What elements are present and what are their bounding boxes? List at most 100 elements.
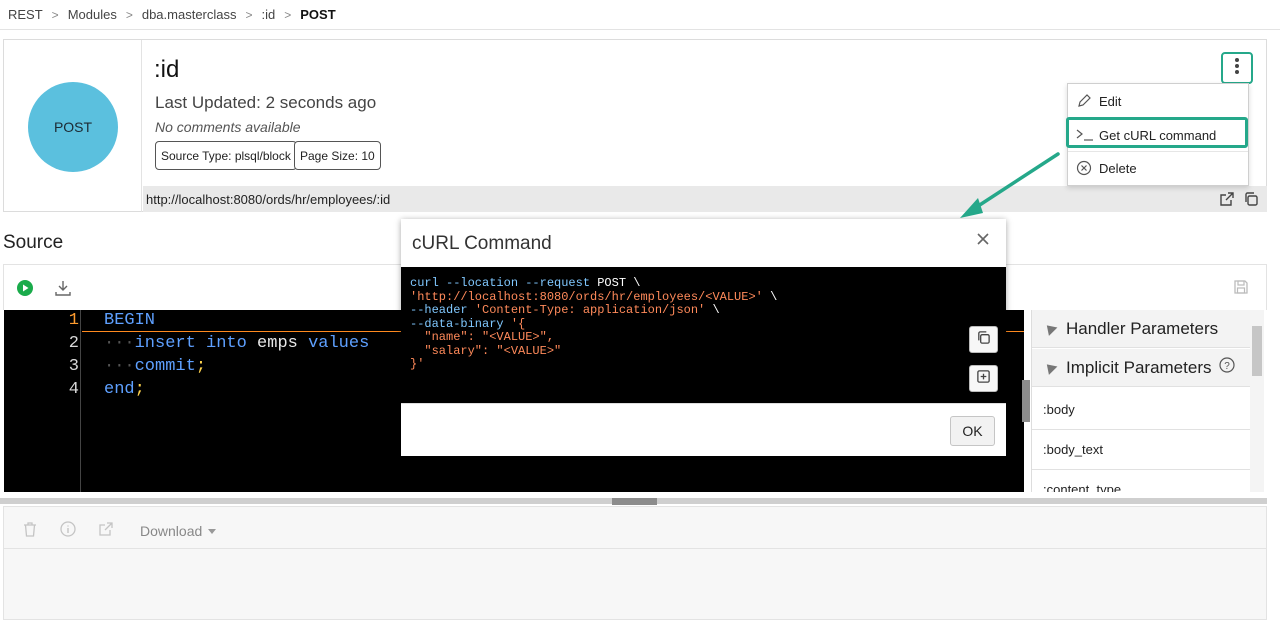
last-updated: Last Updated: 2 seconds ago bbox=[155, 93, 377, 112]
plus-square-icon bbox=[976, 369, 991, 389]
breadcrumb-separator: > bbox=[245, 7, 253, 22]
code-line-2: ···insert into emps values bbox=[104, 334, 369, 353]
handler-parameters-header[interactable]: Handler Parameters bbox=[1032, 310, 1250, 348]
code-token: commit bbox=[134, 357, 196, 376]
code-token: ; bbox=[195, 357, 207, 376]
method-avatar: POST bbox=[28, 82, 118, 172]
chevron-down-icon[interactable] bbox=[208, 529, 216, 534]
url-bar: http://localhost:8080/ords/hr/employees/… bbox=[143, 186, 1267, 212]
code-line-1: BEGIN bbox=[104, 311, 155, 330]
code-token: POST bbox=[597, 276, 627, 290]
handler-url: http://localhost:8080/ords/hr/employees/… bbox=[146, 191, 391, 207]
code-token: }' bbox=[410, 357, 425, 371]
copy-button[interactable] bbox=[969, 326, 998, 353]
menu-item-label: Delete bbox=[1099, 161, 1137, 176]
breadcrumb-handler: POST bbox=[300, 7, 336, 22]
terminal-icon bbox=[1076, 128, 1094, 145]
code-token: values bbox=[308, 334, 370, 353]
pencil-icon bbox=[1076, 93, 1092, 112]
breadcrumb-separator: > bbox=[125, 7, 133, 22]
line-gutter: 1 2 3 4 bbox=[4, 310, 81, 492]
page-scrollbar[interactable] bbox=[1268, 40, 1280, 620]
breadcrumb-modules[interactable]: Modules bbox=[68, 7, 117, 22]
breadcrumb-module[interactable]: dba.masterclass bbox=[142, 7, 237, 22]
page-size-chip: Page Size: 10 bbox=[294, 141, 381, 170]
open-external-icon[interactable] bbox=[98, 521, 114, 542]
download-dropdown[interactable]: Download bbox=[140, 523, 202, 539]
url-actions bbox=[1219, 191, 1259, 207]
code-token: \ bbox=[712, 303, 720, 317]
svg-text:?: ? bbox=[1225, 361, 1231, 372]
info-icon[interactable] bbox=[60, 521, 76, 542]
curl-dialog: cURL Command curl --location --request P… bbox=[401, 219, 1006, 456]
ords-handler-page: REST > Modules > dba.masterclass > :id >… bbox=[0, 0, 1280, 620]
line-number: 1 bbox=[68, 311, 79, 330]
open-external-icon[interactable] bbox=[1219, 191, 1235, 207]
dialog-footer: OK bbox=[401, 403, 1006, 456]
code-token: ; bbox=[134, 380, 145, 399]
curl-code: curl --location --request POST \ 'http:/… bbox=[410, 276, 778, 372]
save-icon[interactable] bbox=[1233, 279, 1249, 300]
menu-item-edit[interactable]: Edit bbox=[1068, 85, 1248, 118]
output-toolbar: Download bbox=[4, 507, 1266, 549]
line-number: 2 bbox=[68, 334, 79, 353]
section-title: Implicit Parameters bbox=[1066, 357, 1212, 377]
code-token: 'Content-Type: application/json' bbox=[474, 303, 706, 317]
menu-item-delete[interactable]: Delete bbox=[1068, 152, 1248, 185]
copy-icon bbox=[976, 330, 991, 350]
implicit-parameters-header[interactable]: Implicit Parameters ? bbox=[1032, 349, 1250, 387]
collapse-triangle-icon bbox=[1042, 360, 1058, 375]
indent-dots: ··· bbox=[104, 334, 135, 353]
code-token: 'http://localhost:8080/ords/hr/employees… bbox=[410, 289, 763, 304]
code-token: BEGIN bbox=[104, 311, 156, 330]
code-line-4: end; bbox=[104, 380, 145, 399]
code-token: '{ bbox=[510, 316, 526, 331]
code-token: --data-binary bbox=[410, 316, 504, 331]
expand-button[interactable] bbox=[969, 365, 998, 392]
annotation-arrow-icon bbox=[960, 152, 1060, 218]
line-number: 4 bbox=[68, 380, 79, 399]
kebab-icon bbox=[1234, 57, 1240, 80]
splitter-grip[interactable] bbox=[612, 498, 657, 505]
parameters-panel: Handler Parameters Implicit Parameters ?… bbox=[1031, 310, 1264, 492]
code-token: --header bbox=[410, 303, 468, 317]
scrollbar-thumb[interactable] bbox=[1252, 326, 1262, 376]
param-item[interactable]: :content_type bbox=[1032, 470, 1250, 492]
download-icon[interactable] bbox=[54, 279, 72, 302]
more-actions-button[interactable] bbox=[1221, 52, 1253, 84]
run-icon[interactable] bbox=[16, 279, 34, 302]
code-line-3: ···commit; bbox=[104, 357, 206, 376]
code-token: emps bbox=[257, 334, 298, 353]
copy-icon[interactable] bbox=[1243, 191, 1259, 207]
help-icon[interactable]: ? bbox=[1219, 357, 1236, 378]
param-item[interactable]: :body bbox=[1032, 390, 1250, 430]
code-token: \ bbox=[770, 289, 778, 304]
params-scrollbar[interactable] bbox=[1250, 310, 1264, 492]
code-token: insert bbox=[134, 334, 196, 353]
code-token: curl --location --request bbox=[410, 276, 591, 290]
code-token: \ bbox=[633, 276, 641, 290]
source-title: Source bbox=[3, 232, 64, 253]
collapse-triangle-icon bbox=[1042, 321, 1058, 336]
breadcrumb-rest[interactable]: REST bbox=[8, 7, 43, 22]
output-pane: Download bbox=[3, 506, 1267, 620]
breadcrumb-separator: > bbox=[51, 7, 59, 22]
source-type-chip: Source Type: plsql/block bbox=[155, 141, 297, 170]
param-item[interactable]: :body_text bbox=[1032, 430, 1250, 470]
code-token: "name": "<VALUE>", bbox=[410, 330, 555, 344]
menu-item-label: Get cURL command bbox=[1099, 128, 1217, 143]
breadcrumb-template[interactable]: :id bbox=[262, 7, 276, 22]
line-number: 3 bbox=[68, 357, 79, 376]
ok-button[interactable]: OK bbox=[950, 416, 995, 446]
vertical-splitter-handle[interactable] bbox=[1022, 380, 1030, 422]
close-icon[interactable] bbox=[977, 232, 991, 246]
circle-x-icon bbox=[1076, 160, 1092, 179]
indent-dots: ··· bbox=[104, 357, 135, 376]
breadcrumb-separator: > bbox=[284, 7, 292, 22]
comments: No comments available bbox=[155, 119, 301, 135]
curl-code-block[interactable]: curl --location --request POST \ 'http:/… bbox=[401, 267, 1006, 403]
menu-item-get-curl[interactable]: Get cURL command bbox=[1068, 119, 1248, 152]
menu-item-label: Edit bbox=[1099, 94, 1122, 109]
trash-icon[interactable] bbox=[22, 521, 38, 543]
section-title: Handler Parameters bbox=[1066, 318, 1219, 338]
